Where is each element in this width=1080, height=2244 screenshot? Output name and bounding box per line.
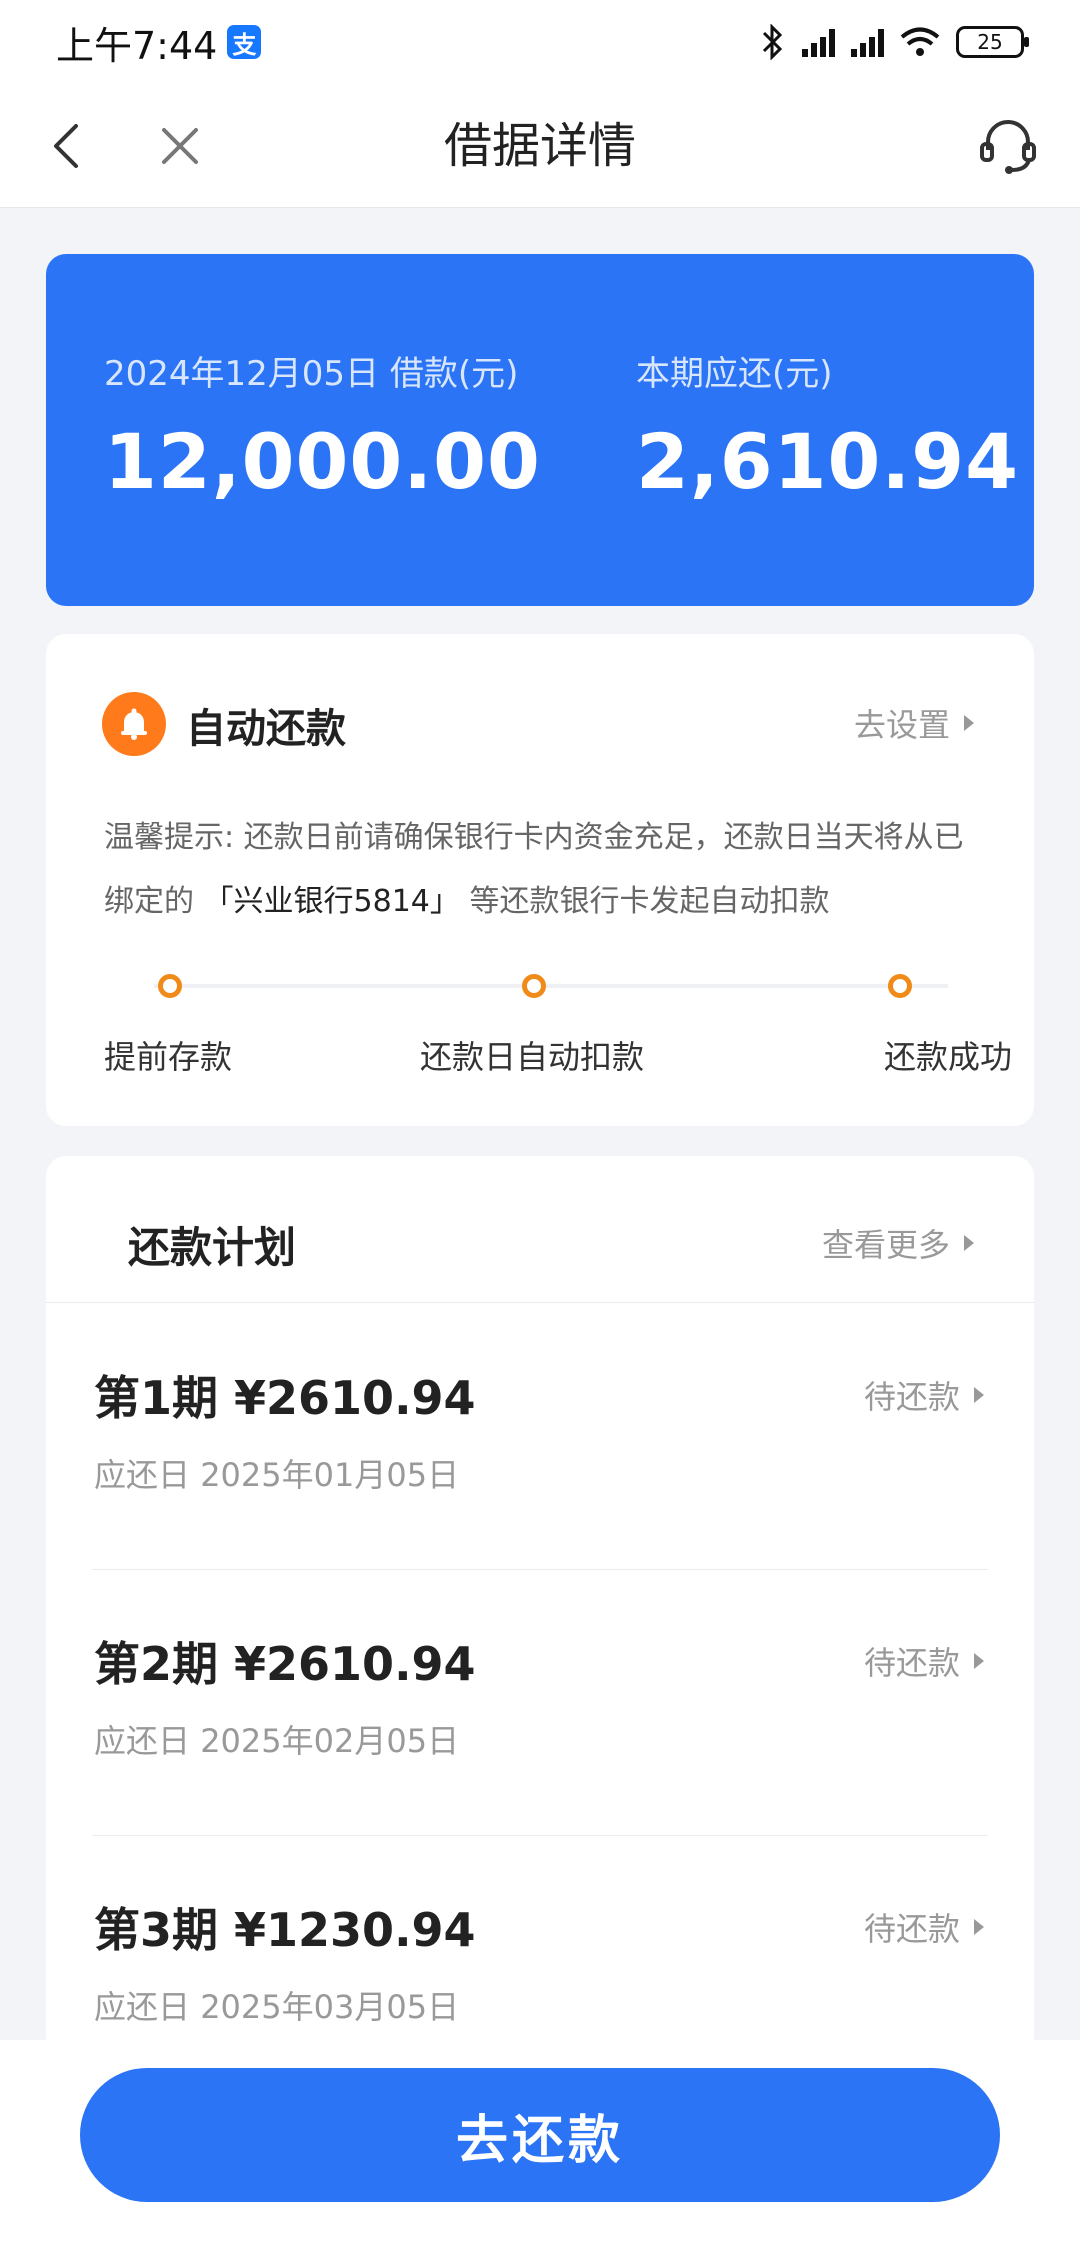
- step-line: [154, 984, 948, 988]
- plan-title: 还款计划: [128, 1223, 297, 1272]
- plan-row[interactable]: 第2期 ¥2610.94 应还日 2025年02月05日 待还款: [46, 1570, 1034, 1836]
- auto-repay-title: 自动还款: [186, 706, 346, 752]
- step-dot: [158, 974, 182, 998]
- view-more-label: 查看更多: [821, 1226, 950, 1264]
- period-amount: ¥2610.94: [234, 1371, 476, 1425]
- due-amount: 2,610.94: [636, 417, 1020, 506]
- due-date: 2025年01月05日: [200, 1456, 460, 1494]
- status-text: 待还款: [863, 1910, 960, 1948]
- arrow-right-icon: [964, 715, 974, 731]
- arrow-right-icon: [974, 1387, 984, 1403]
- due-date: 2025年03月05日: [200, 1988, 460, 2026]
- step-label-auto-debit: 还款日自动扣款: [420, 1038, 645, 1076]
- arrow-right-icon: [974, 1919, 984, 1935]
- period-amount: ¥2610.94: [234, 1637, 476, 1691]
- alipay-icon: 支: [227, 25, 262, 59]
- settings-link-label: 去设置: [853, 706, 950, 744]
- due-date-label: 应还日: [94, 1722, 191, 1760]
- period-label: 第1期: [94, 1371, 219, 1425]
- arrow-right-icon: [964, 1235, 974, 1251]
- due-date-label: 应还日: [94, 1988, 191, 2026]
- nav-bar: 借据详情: [0, 84, 1080, 208]
- period-label: 第2期: [94, 1637, 219, 1691]
- period-amount: ¥1230.94: [234, 1903, 476, 1957]
- due-label: 本期应还(元): [636, 354, 833, 394]
- tip-suffix: 等还款银行卡发起自动扣款: [469, 884, 830, 919]
- status-badge: 待还款: [864, 1638, 984, 1684]
- wifi-icon: [900, 27, 940, 56]
- close-icon[interactable]: [148, 114, 212, 178]
- signal-icon: [851, 27, 884, 57]
- loan-amount: 12,000.00: [104, 417, 541, 506]
- period-label: 第3期: [94, 1903, 219, 1957]
- settings-link[interactable]: 去设置: [854, 700, 974, 746]
- back-icon[interactable]: [36, 114, 100, 178]
- loan-summary-card: 2024年12月05日 借款(元) 12,000.00 本期应还(元) 2,61…: [46, 254, 1034, 606]
- battery-icon: 25: [956, 26, 1029, 58]
- bluetooth-icon: [762, 24, 783, 60]
- bell-icon: [102, 692, 166, 756]
- status-text: 待还款: [863, 1378, 960, 1416]
- plan-row[interactable]: 第1期 ¥2610.94 应还日 2025年01月05日 待还款: [46, 1304, 1034, 1570]
- step-label-success: 还款成功: [884, 1038, 1013, 1076]
- repay-plan-card: 还款计划 查看更多 第1期 ¥2610.94 应还日 2025年01月05日 待…: [46, 1156, 1034, 2056]
- status-badge: 待还款: [864, 1372, 984, 1418]
- loan-label: 2024年12月05日 借款(元): [104, 354, 519, 394]
- status-text: 待还款: [863, 1644, 960, 1682]
- status-bar: 上午7:44 支 25: [0, 0, 1080, 84]
- bank-card-name: 「兴业银行5814」: [203, 884, 460, 919]
- arrow-right-icon: [974, 1653, 984, 1669]
- status-time: 上午7:44: [56, 23, 218, 68]
- signal-icon: [802, 27, 835, 57]
- step-dot: [522, 974, 546, 998]
- footer-bar: 去还款: [0, 2040, 1080, 2244]
- divider: [46, 1302, 1034, 1303]
- step-label-deposit: 提前存款: [104, 1038, 233, 1076]
- status-badge: 待还款: [864, 1904, 984, 1950]
- customer-service-icon[interactable]: [974, 112, 1042, 180]
- view-more-link[interactable]: 查看更多: [822, 1220, 974, 1266]
- warm-tip: 温馨提示: 还款日前请确保银行卡内资金充足，还款日当天将从已绑定的 「兴业银行5…: [104, 806, 984, 934]
- due-date-label: 应还日: [94, 1456, 191, 1494]
- repay-steps: 提前存款 还款日自动扣款 还款成功: [104, 964, 1012, 1084]
- step-dot: [888, 974, 912, 998]
- auto-repay-card: 自动还款 去设置 温馨提示: 还款日前请确保银行卡内资金充足，还款日当天将从已绑…: [46, 634, 1034, 1126]
- due-date: 2025年02月05日: [200, 1722, 460, 1760]
- pay-button[interactable]: 去还款: [80, 2068, 1000, 2202]
